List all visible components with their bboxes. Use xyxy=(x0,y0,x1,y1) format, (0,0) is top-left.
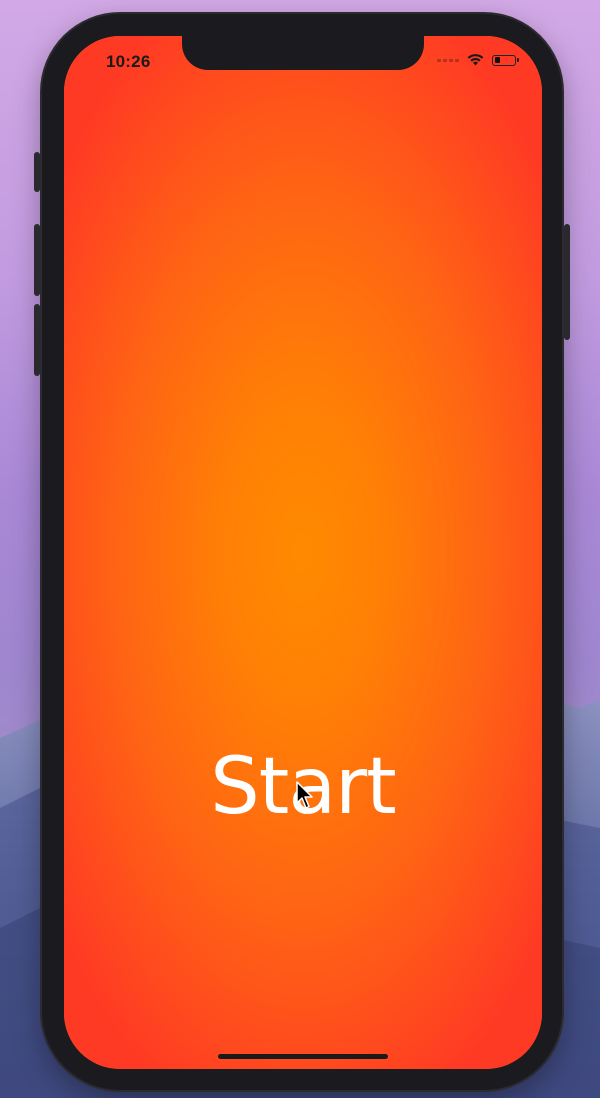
battery-icon xyxy=(492,54,519,66)
battery-level-fill xyxy=(494,57,500,63)
phone-device-frame: 10:26 Start xyxy=(34,14,570,1090)
mouse-cursor-icon xyxy=(296,781,313,809)
device-notch xyxy=(182,36,424,70)
home-indicator[interactable] xyxy=(218,1054,388,1059)
status-bar-icons xyxy=(437,54,519,66)
radial-gradient-background xyxy=(64,36,542,1069)
volume-up-button xyxy=(34,224,40,296)
signal-dots-icon xyxy=(437,58,459,62)
mute-switch xyxy=(34,152,40,192)
status-bar-time: 10:26 xyxy=(106,52,151,71)
wifi-icon xyxy=(467,54,484,66)
power-button xyxy=(564,224,570,340)
volume-down-button xyxy=(34,304,40,376)
app-screen: 10:26 Start xyxy=(64,36,542,1069)
